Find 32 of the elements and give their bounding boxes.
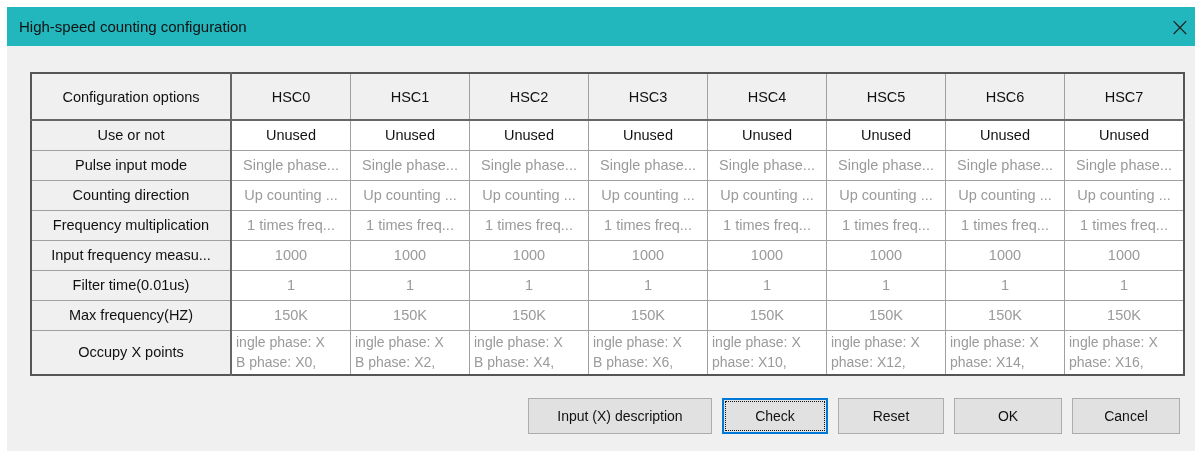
row-header: Counting direction — [31, 180, 231, 210]
row-header: Max frequency(HZ) — [31, 300, 231, 330]
dialog-button[interactable]: Input (X) description — [528, 398, 712, 434]
row-header: Occupy X points — [31, 330, 231, 375]
column-header: HSC1 — [350, 73, 470, 120]
dialog-button[interactable]: Cancel — [1072, 398, 1180, 434]
dialog-button[interactable]: Reset — [838, 398, 944, 434]
column-header: HSC7 — [1064, 73, 1184, 120]
column-header: HSC2 — [469, 73, 589, 120]
column-header: HSC5 — [826, 73, 946, 120]
column-header: HSC3 — [588, 73, 708, 120]
column-header: Configuration options — [31, 73, 231, 120]
row-header: Pulse input mode — [31, 150, 231, 180]
table-cell[interactable]: Unused — [231, 120, 351, 150]
table-cell[interactable]: Unused — [350, 120, 470, 150]
row-header: Use or not — [31, 120, 231, 150]
dialog-button[interactable]: Check — [722, 398, 828, 434]
column-header: HSC4 — [707, 73, 827, 120]
table-cell[interactable]: Unused — [826, 120, 946, 150]
table-cell[interactable]: Unused — [707, 120, 827, 150]
table-cell[interactable]: Unused — [469, 120, 589, 150]
column-header: HSC0 — [231, 73, 351, 120]
row-header: Filter time(0.01us) — [31, 270, 231, 300]
table-cell[interactable]: Unused — [945, 120, 1065, 150]
window-title: High-speed counting configuration — [19, 18, 247, 35]
column-header: HSC6 — [945, 73, 1065, 120]
row-header: Input frequency measu... — [31, 240, 231, 270]
close-button[interactable]: × — [1165, 8, 1195, 45]
table-cell[interactable]: Unused — [588, 120, 708, 150]
row-header: Frequency multiplication — [31, 210, 231, 240]
table-cell[interactable]: Unused — [1064, 120, 1184, 150]
dialog-button[interactable]: OK — [954, 398, 1062, 434]
